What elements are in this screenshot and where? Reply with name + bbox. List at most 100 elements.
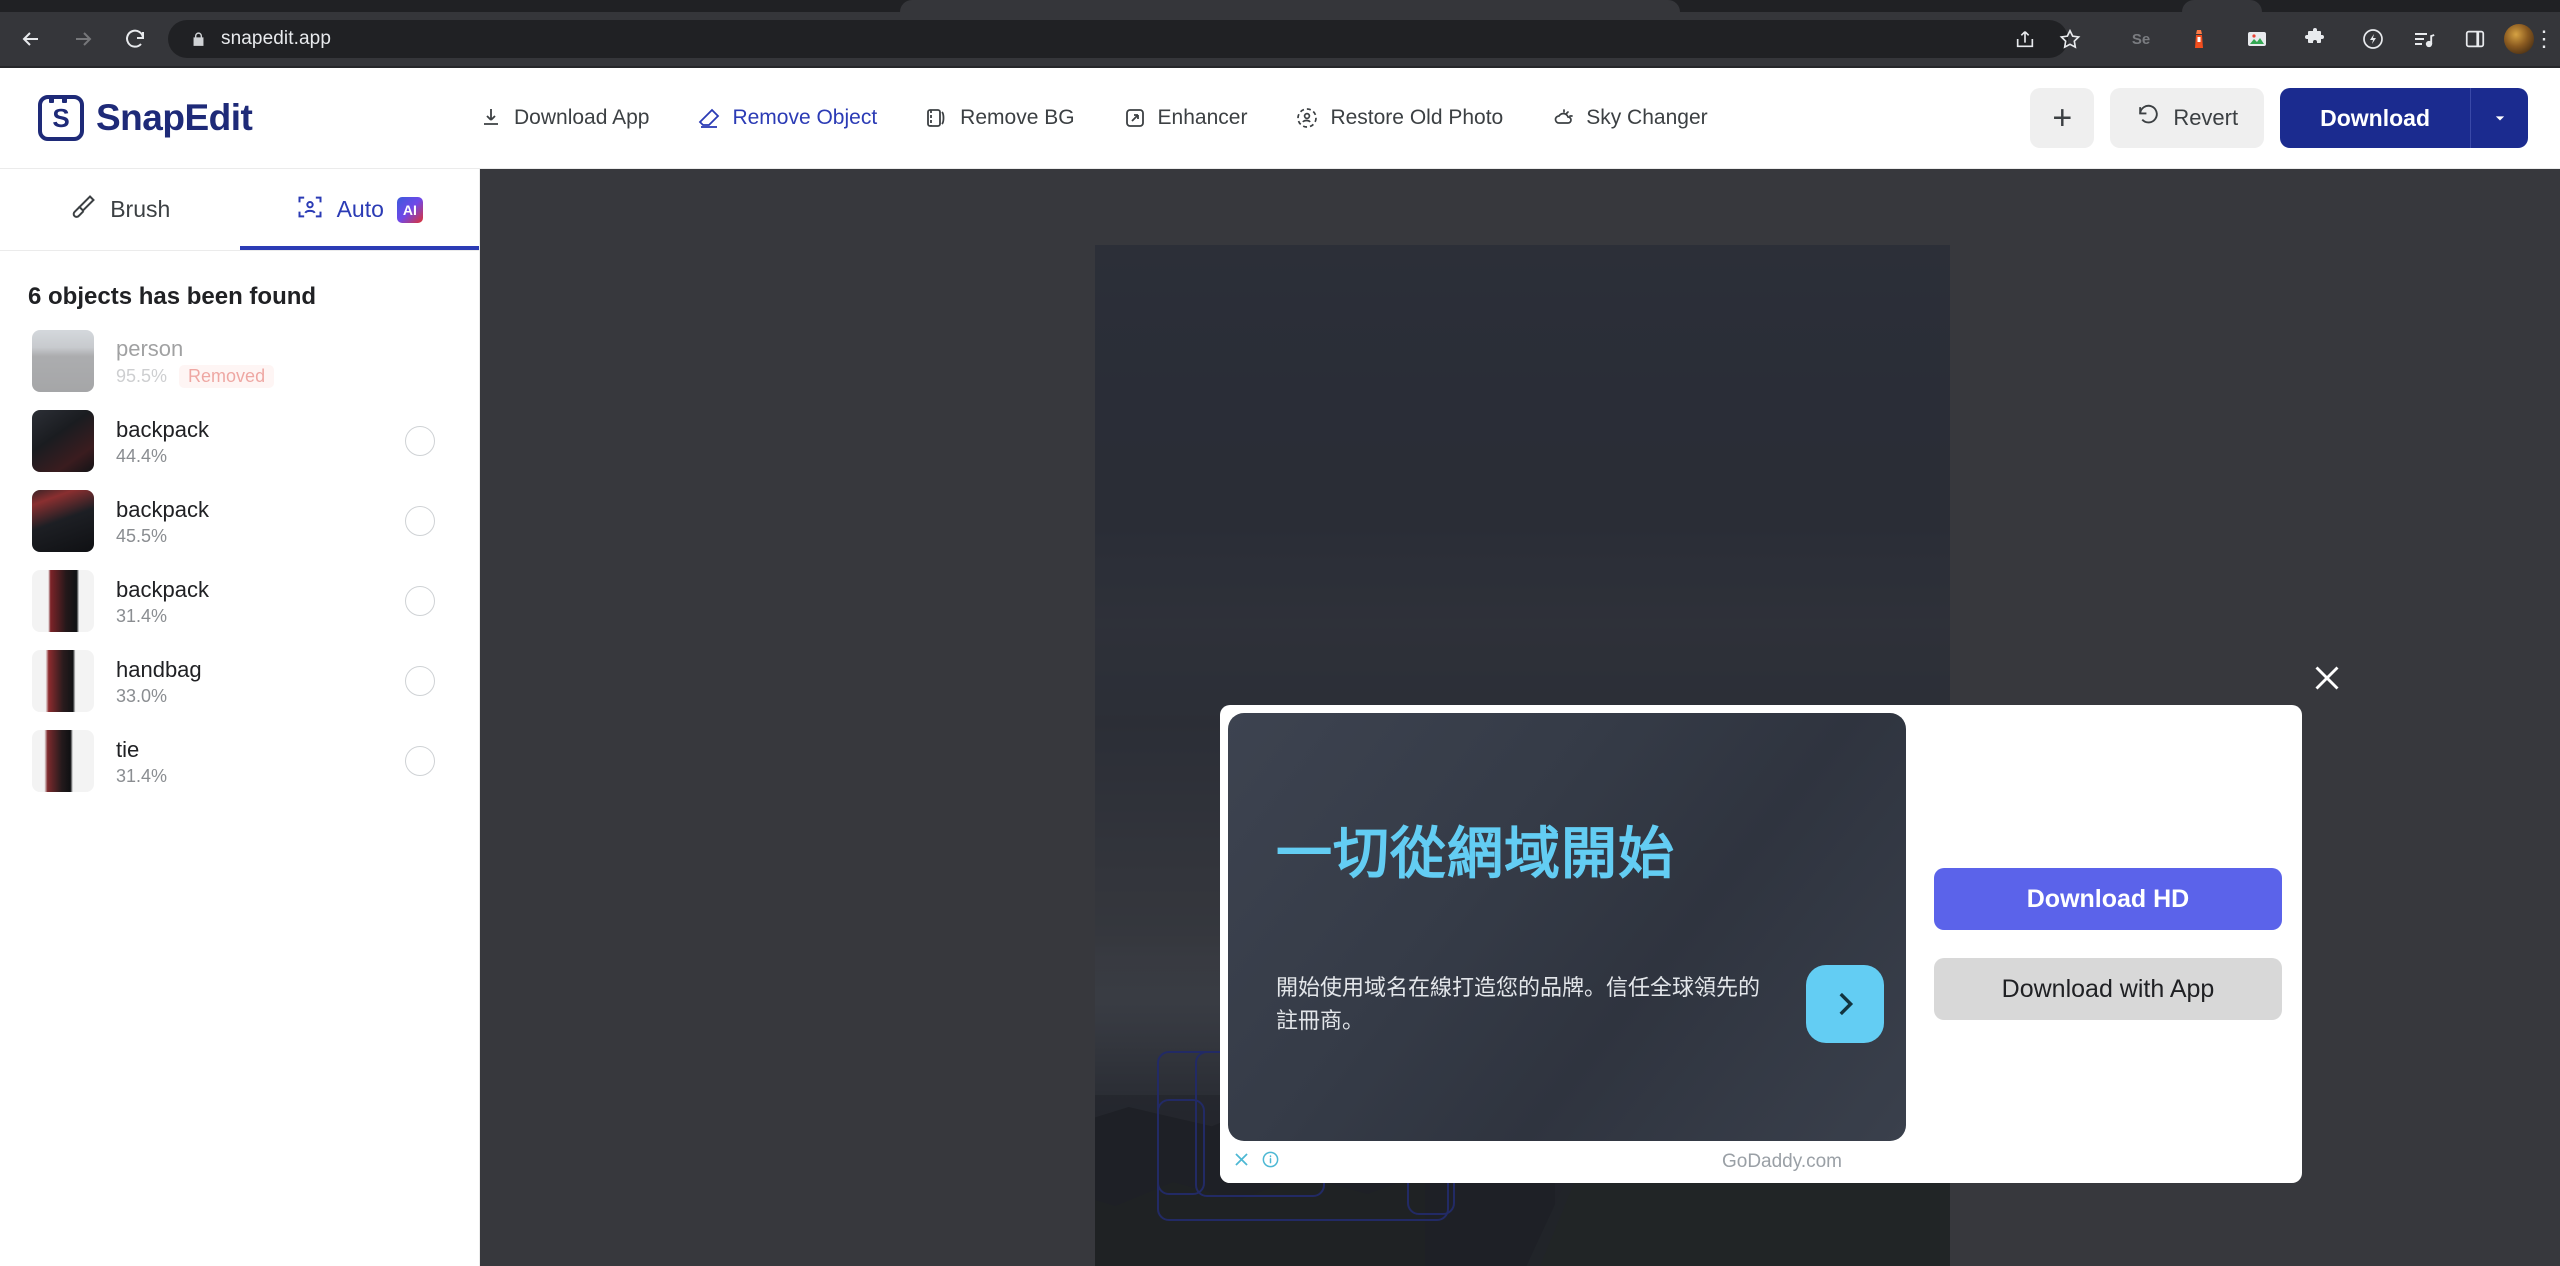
tab-label: Brush [110,196,171,222]
object-name: tie [116,736,140,762]
object-confidence: 95.5% [116,366,168,387]
ad-close-icon[interactable] [1232,1150,1251,1174]
back-button[interactable] [10,18,52,60]
ad-info-icon[interactable] [1261,1150,1280,1174]
object-select-checkbox[interactable] [405,426,435,456]
list-item[interactable]: backpack 45.5% [18,481,461,561]
nav-item-remove-object[interactable]: Remove Object [673,88,901,148]
three-dot-menu-icon: ⋮ [2533,26,2555,51]
dialog-close-button[interactable] [2296,647,2358,709]
nav-item-restore-old-photo[interactable]: Restore Old Photo [1271,88,1527,148]
object-thumbnail [32,490,94,552]
tab-auto[interactable]: Auto AI [239,169,480,250]
download-button-group: Download [2280,88,2528,148]
share-icon [2016,31,2034,48]
nav-item-download-app[interactable]: Download App [455,88,673,148]
reload-icon [126,29,144,48]
forward-arrow-icon [76,32,92,46]
object-select-checkbox[interactable] [405,586,435,616]
object-meta: 31.4% [116,766,383,787]
object-select-checkbox[interactable] [405,666,435,696]
extension-photo[interactable] [2241,23,2273,55]
object-info: tie 31.4% [116,735,383,788]
tab-brush[interactable]: Brush [0,169,240,250]
ad-creative[interactable]: 一切從網域開始 開始使用域名在線打造您的品牌。信任全球領先的註冊商。 [1228,713,1906,1141]
extension-lighthouse[interactable] [2183,23,2215,55]
tab-strip [0,0,2560,12]
ad-footer: GoDaddy.com [1220,1141,1914,1183]
reload-button[interactable] [114,18,156,60]
sidebar: Brush Auto AI 6 objects has been found p… [0,169,480,1266]
ad-headline: 一切從網域開始 [1276,822,1675,885]
browser-tab-secondary[interactable] [2182,0,2262,12]
sidebar-tabs: Brush Auto AI [0,169,479,251]
side-panel-button[interactable] [2459,23,2491,55]
nav-item-enhancer[interactable]: Enhancer [1099,88,1272,148]
lock-icon [190,31,207,48]
ad-footer-controls [1232,1150,1280,1174]
main-nav: Download App Remove Object Remove BG Enh… [455,88,1732,148]
download-hd-button[interactable]: Download HD [1934,868,2282,930]
side-panel-icon [2465,30,2485,48]
download-button[interactable]: Download [2280,88,2470,148]
object-name: backpack [116,576,209,602]
tab-label: Auto [336,196,384,222]
browser-toolbar: snapedit.app Se ⋮ [0,12,2560,66]
revert-label: Revert [2173,105,2239,130]
object-select-checkbox[interactable] [405,506,435,536]
nav-item-remove-bg[interactable]: Remove BG [901,88,1098,148]
eraser-icon [697,106,721,130]
ad-cta-button[interactable] [1806,965,1884,1043]
share-button[interactable] [2010,24,2040,54]
nav-item-sky-changer[interactable]: Sky Changer [1527,88,1731,148]
object-select-checkbox[interactable] [405,746,435,776]
download-with-app-button[interactable]: Download with App [1934,958,2282,1020]
object-confidence: 44.4% [116,446,168,467]
nav-label: Restore Old Photo [1330,106,1504,129]
download-hd-label: Download HD [2026,884,2190,913]
list-item[interactable]: backpack 44.4% [18,401,461,481]
object-meta: 33.0% [116,686,383,707]
extension-leaf[interactable] [2357,23,2389,55]
list-item[interactable]: person 95.5% Removed [18,321,461,401]
object-confidence: 45.5% [116,526,168,547]
object-meta: 44.4% [116,446,383,467]
revert-button[interactable]: Revert [2110,88,2265,148]
download-dialog: 一切從網域開始 開始使用域名在線打造您的品牌。信任全球領先的註冊商。 GoDad… [1220,705,2302,1183]
brush-icon [69,193,97,227]
list-item[interactable]: tie 31.4% [18,721,461,801]
object-thumbnail [32,330,94,392]
download-options-button[interactable] [2470,88,2528,148]
browser-tab-active[interactable] [900,0,1680,12]
browser-menu-button[interactable]: ⋮ [2528,23,2560,55]
object-list: person 95.5% Removed backpack 44.4% back… [0,321,479,801]
auto-detect-icon [296,193,324,227]
canvas-area[interactable]: 一切從網域開始 開始使用域名在線打造您的品牌。信任全球領先的註冊商。 GoDad… [480,169,2560,1266]
lighthouse-icon [2195,30,2203,48]
object-info: person 95.5% Removed [116,334,447,389]
portrait-refresh-icon [1295,106,1319,130]
app-logo[interactable]: S SnapEdit [38,95,253,141]
address-bar[interactable]: snapedit.app [168,20,2068,58]
extension-selenium[interactable]: Se [2125,23,2157,55]
object-confidence: 31.4% [116,766,168,787]
back-arrow-icon [22,32,38,46]
ad-attribution: GoDaddy.com [1721,1151,1842,1172]
bookmark-button[interactable] [2055,24,2085,54]
app-header: S SnapEdit Download App Remove Object Re… [0,68,2560,169]
advertisement-card: 一切從網域開始 開始使用域名在線打造您的品牌。信任全球領先的註冊商。 GoDad… [1220,705,1914,1183]
header-actions: + Revert Download [2030,88,2528,148]
add-image-button[interactable]: + [2030,88,2095,148]
puzzle-icon [2305,28,2324,43]
object-thumbnail [32,650,94,712]
forward-button[interactable] [62,18,104,60]
list-item[interactable]: handbag 33.0% [18,641,461,721]
extension-playlist[interactable] [2408,23,2440,55]
nav-label: Download App [514,106,650,129]
object-name: backpack [116,416,209,442]
extensions-button[interactable] [2299,23,2331,55]
cloud-sun-icon [1551,106,1575,130]
download-label: Download [2320,104,2430,131]
snapedit-logo-text: SnapEdit [96,97,253,138]
list-item[interactable]: backpack 31.4% [18,561,461,641]
